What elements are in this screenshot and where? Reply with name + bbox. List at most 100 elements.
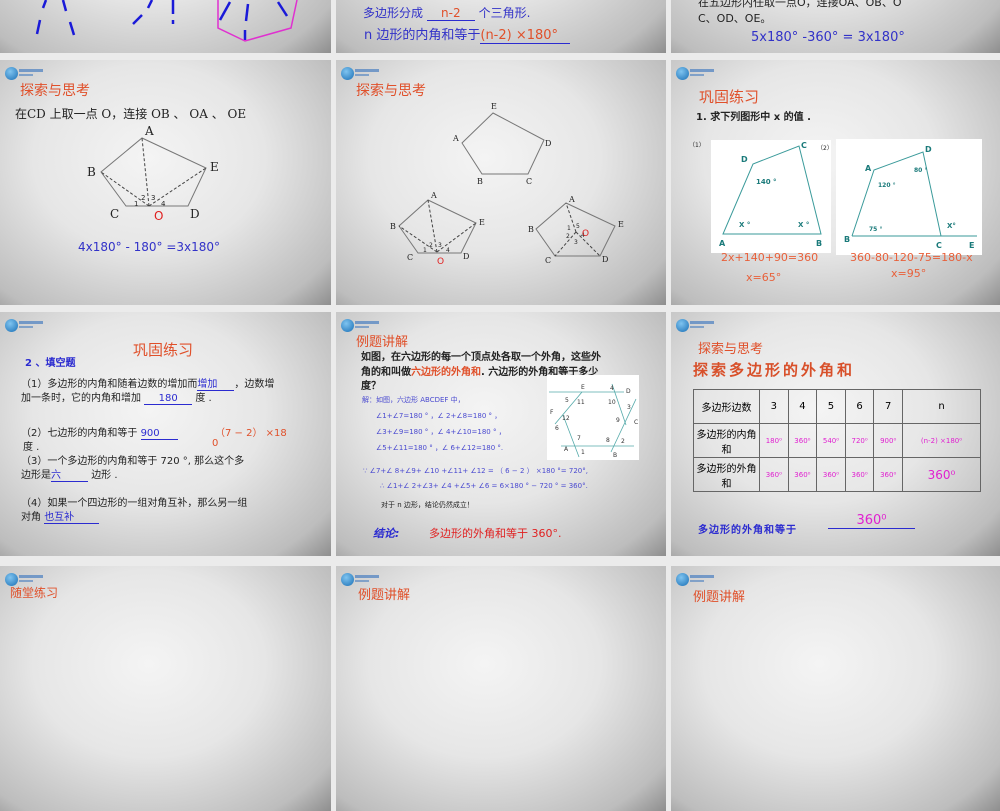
slide-thumbnail-find-x[interactable]: 巩固练习 1. 求下列图形中 x 的值 . （1） （2） A B C D 14… [671,60,1000,305]
logo [676,319,716,332]
answer-blank: 也互补 [44,508,100,524]
table-cell: 360⁰ [844,457,875,492]
hint: （7 − 2） ×18 [215,428,287,439]
solution-line: ∠1+∠7=180 ° ，∠ 2+∠8=180 ° ， [376,412,502,420]
angle-label: 3 [627,404,631,411]
slide-thumbnail-interior-formula[interactable]: 多边形分成 n-2 个三角形. n 边形的内角和等于(n-2) ×180° [336,0,666,53]
text: 边形是 [21,470,51,481]
text: 个三角形. [478,6,531,20]
figure-number: （2） [817,145,833,152]
table-header: 3 [759,389,789,424]
angle-label: 4 [610,385,614,392]
angle-value: 140 ° [756,178,777,186]
angle-label: 12 [562,415,570,422]
slide-thumbnail-exterior-table[interactable]: 探索与思考 探索多边形的外角和 多边形边数 3 4 5 6 7 n 多边形的内角… [671,312,1000,556]
angle-label: 1 [423,247,427,254]
text: （4）如果一个四边形的一组对角互补，那么另一组 [21,498,248,509]
table-cell: 180⁰ [759,423,789,458]
vertex-label: D [190,207,200,221]
point-o-label: O [582,229,589,239]
slide-title: 巩固练习 [133,341,194,359]
solution-line: 解：如图，六边形 ABCDEF 中， [362,396,465,404]
table-cell: 360⁰ [902,457,981,492]
row-label: 多边形的内角和 [693,423,760,458]
table-cell: (n-2) ×180⁰ [902,423,981,458]
equation: 4x180° - 180° =3x180° [78,240,221,254]
angle-label: 5 [565,397,569,404]
vertex-label: C [545,256,551,265]
vertex-label: A [564,446,569,453]
solution-line: ∴ ∠1+∠ 2+∠3+ ∠4 +∠5+ ∠6 = 6×180 ° − 720 … [380,482,588,490]
text: 度 . [23,442,40,453]
slide-thumbnail-hexagon-example[interactable]: 例题讲解 如图，在六边形的每一个顶点处各取一个外角，这些外 角的和叫做六边形的外… [336,312,666,556]
angle-label: 2 [566,233,570,240]
angle-label: 2 [429,242,433,249]
vertex-label: B [613,452,617,459]
table-cell: 900⁰ [873,423,903,458]
text: 在五边形内任取一点O，连接OA、OB、O [698,0,902,9]
logo [676,573,716,586]
slide-title: 探索与思考 [698,342,764,357]
angle-label: 2 [141,194,145,202]
vertex-label: C [526,177,532,186]
polygon-angle-table: 多边形边数 3 4 5 6 7 n 多边形的内角和 180⁰ 360⁰ 540⁰… [693,389,981,492]
table-cell: 360⁰ [759,457,789,492]
angle-label: 3 [438,242,442,249]
table-cell: 360⁰ [873,457,903,492]
vertex-label: C [801,141,807,150]
slide-thumbnail-example-3[interactable]: 例题讲解 [671,566,1000,811]
angle-label: 11 [577,399,585,406]
angle-label: 6 [555,425,559,432]
vertex-label: D [463,252,469,261]
slide-thumbnail-fill-blanks[interactable]: 巩固练习 2 、填空题 （1）多边形的内角和随着边数的增加而增加 ，边数增 加一条… [0,312,331,556]
vertex-label: E [210,160,219,174]
table-header: 6 [844,389,875,424]
conclusion-label: 结论: [373,527,400,540]
table-row: 多边形的内角和 180⁰ 360⁰ 540⁰ 720⁰ 900⁰ (n-2) ×… [693,423,981,458]
table-header: 多边形边数 [693,389,760,424]
text: n 边形的内角和等于 [364,28,481,43]
table-cell: 360⁰ [787,457,818,492]
vertex-label: E [581,384,585,391]
angle-label: 7 [577,435,581,442]
equation-2: 360-80-120-75=180-x [850,251,973,264]
angle-label: 3 [574,239,578,246]
table-cell: 360⁰ [816,457,846,492]
table-header: 5 [816,389,846,424]
vertex-label: E [479,218,485,227]
vertex-label: D [626,388,631,395]
quadrilateral-diagrams: A B C D 140 ° X ° X ° B C E A D 120 ° 80… [719,141,977,250]
slide-thumbnail-pentagons[interactable]: 探索与思考 E D C B A A E B C D A E B C D 1 2 … [336,60,666,305]
triangulation-diagram [35,0,298,42]
point-o-label: O [154,209,163,223]
table-cell: 720⁰ [844,423,875,458]
angle-label: 3 [151,194,155,202]
angle-value: X° [947,222,956,230]
angle-value: 80 ° [914,167,927,174]
slide-thumbnail-point-on-cd[interactable]: 探索与思考 在CD 上取一点 O，连接 OB 、 OA 、 OE A E D C… [0,60,331,305]
angle-value: 120 ° [878,182,896,189]
pentagon-diagram: A E D C B O 1 2 3 4 [87,124,219,223]
text: （3）一个多边形的内角和等于 720 °, 那么这个多 [21,456,245,467]
table-row: 多边形边数 3 4 5 6 7 n [693,389,981,424]
point-o-label: O [437,257,444,267]
slide-thumbnail-example-2[interactable]: 例题讲解 [336,566,666,811]
angle-label: 1 [134,200,138,208]
vertex-label: D [741,155,748,164]
vertex-label: B [528,225,534,234]
vertex-label: A [568,195,575,204]
slide-thumbnail-triangulation[interactable] [0,0,331,53]
vertex-label: A [452,134,459,143]
answer-1: x=65° [746,271,782,284]
slide-title: 例题讲解 [693,590,746,605]
slide-thumbnail-practice[interactable]: 随堂练习 [0,566,331,811]
conclusion: 多边形的外角和等于 360°. [429,527,562,540]
angle-label: 4 [161,200,166,208]
slide-thumbnail-pentagon-point[interactable]: 在五边形内任取一点O，连接OA、OB、O C、OD、OE。 5x180° -36… [671,0,1000,53]
angle-label: 8 [606,437,610,444]
equation: 5x180° -360° = 3x180° [751,30,905,45]
answer-blank: 360⁰ [828,513,915,529]
subtitle: 2 、填空题 [25,358,76,369]
solution-line: ∠5+∠11=180 ° ，∠ 6+∠12=180 °. [376,444,504,452]
hint: 0 [212,438,219,449]
